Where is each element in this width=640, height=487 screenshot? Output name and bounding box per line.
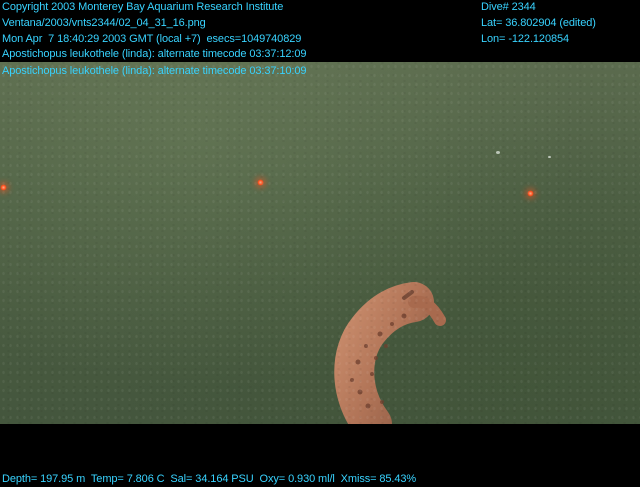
sea-cucumber-papillae	[350, 313, 407, 409]
sea-cucumber-tentacle	[402, 290, 414, 300]
longitude-text: Lon= -122.120854	[481, 33, 570, 45]
sea-cucumber-body	[334, 282, 434, 424]
annotation-line-1: Apostichopus leukothele (linda): alterna…	[2, 48, 307, 60]
datetime-text: Mon Apr 7 18:40:29 2003 GMT (local +7) e…	[2, 33, 302, 45]
video-frame: Copyright 2003 Monterey Bay Aquarium Res…	[0, 0, 640, 486]
particle-speck	[548, 156, 551, 158]
laser-dot-right	[527, 190, 534, 197]
sea-cucumber-head	[408, 295, 446, 326]
particle-speck	[496, 151, 500, 154]
latitude-text: Lat= 36.802904 (edited)	[481, 17, 596, 29]
laser-dot-center	[257, 179, 264, 186]
dive-number-text: Dive# 2344	[481, 1, 536, 13]
telemetry-text: Depth= 197.95 m Temp= 7.806 C Sal= 34.16…	[2, 473, 417, 485]
seafloor-image	[0, 62, 640, 424]
file-path-text: Ventana/2003/vnts2344/02_04_31_16.png	[2, 17, 206, 29]
laser-dot-left	[0, 184, 7, 191]
copyright-text: Copyright 2003 Monterey Bay Aquarium Res…	[2, 1, 284, 13]
sea-cucumber	[334, 282, 446, 424]
annotation-line-2: Apostichopus leukothele (linda): alterna…	[2, 65, 307, 77]
